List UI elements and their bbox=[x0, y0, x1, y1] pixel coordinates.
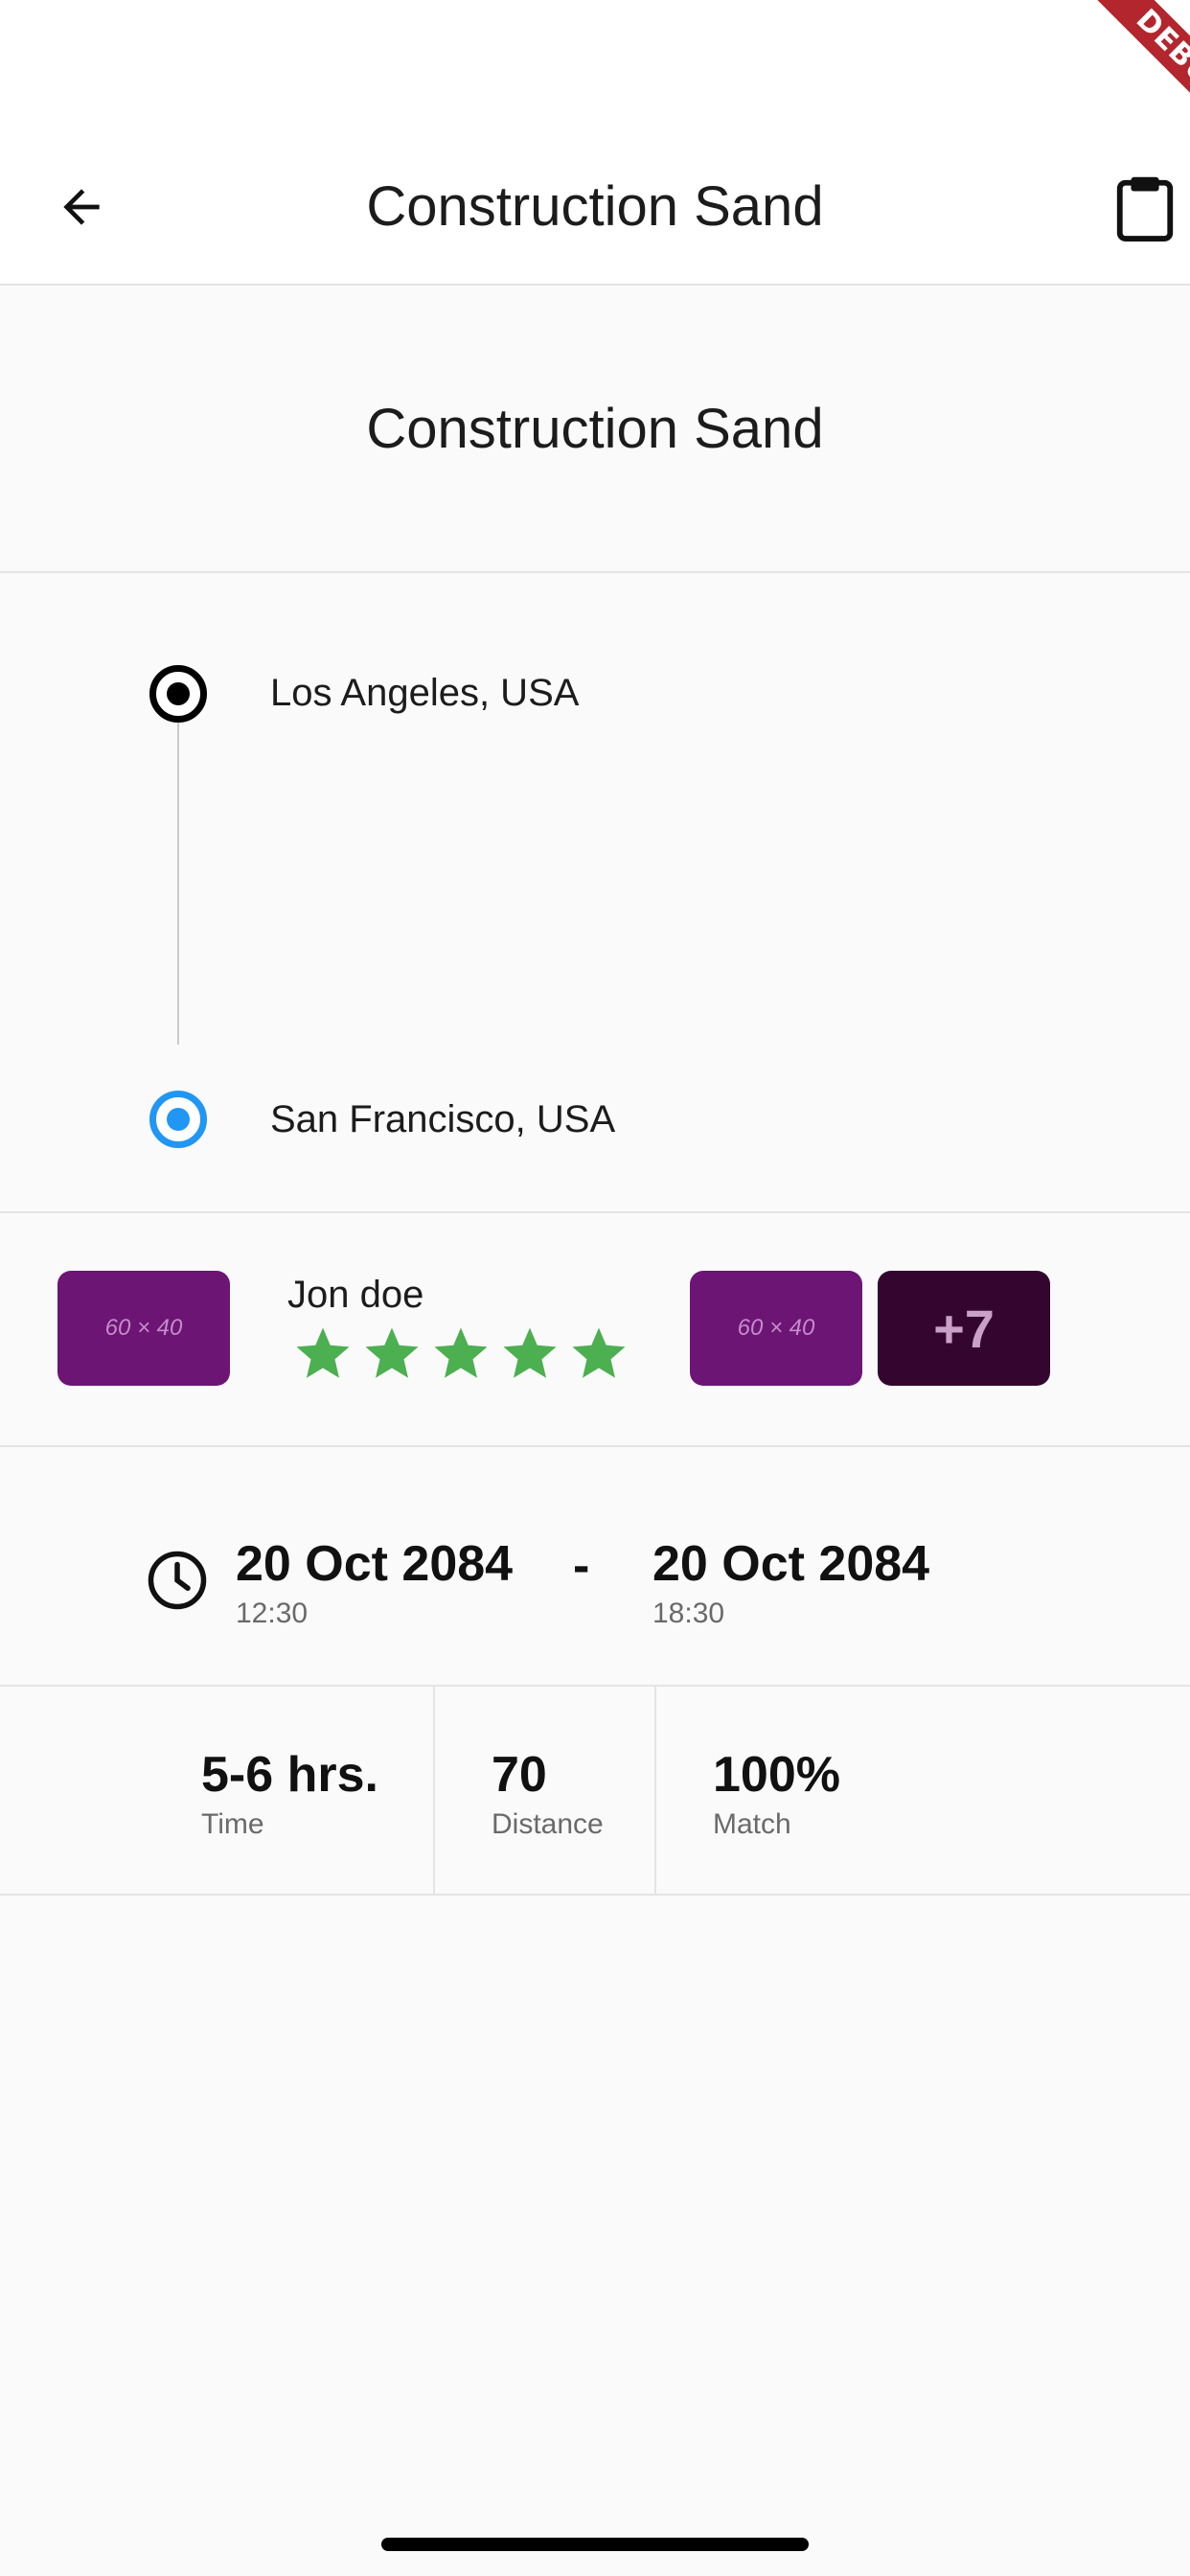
photo-thumbnail[interactable]: 60 × 40 bbox=[690, 1271, 862, 1386]
home-indicator[interactable] bbox=[381, 2538, 809, 2551]
date-separator: - bbox=[573, 1538, 590, 1594]
origin-location: Los Angeles, USA bbox=[270, 672, 580, 714]
clipboard-icon bbox=[1116, 176, 1174, 242]
end-date: 20 Oct 2084 bbox=[652, 1536, 930, 1592]
destination-location: San Francisco, USA bbox=[270, 1098, 616, 1140]
star-icon bbox=[572, 1327, 626, 1378]
start-date: 20 Oct 2084 bbox=[236, 1536, 514, 1592]
star-icon bbox=[365, 1327, 419, 1378]
end-time: 18:30 bbox=[652, 1598, 725, 1629]
stat-time-label: Time bbox=[201, 1808, 264, 1840]
origin-radio-icon bbox=[149, 665, 207, 723]
driver-avatar[interactable]: 60 × 40 bbox=[57, 1271, 230, 1386]
stat-match-value: 100% bbox=[713, 1747, 840, 1803]
clipboard-button[interactable] bbox=[1111, 165, 1190, 251]
star-icon bbox=[296, 1327, 350, 1378]
rating-stars bbox=[291, 1322, 630, 1386]
stats-section: 5-6 hrs. Time 70 Distance 100% Match bbox=[0, 1687, 1190, 1896]
stat-distance-value: 70 bbox=[492, 1747, 547, 1803]
star-icon bbox=[503, 1327, 557, 1378]
stat-match-label: Match bbox=[713, 1808, 791, 1840]
destination-radio-icon bbox=[149, 1091, 207, 1148]
stat-divider bbox=[654, 1687, 656, 1894]
stat-time-value: 5-6 hrs. bbox=[201, 1747, 378, 1803]
section-title: Construction Sand bbox=[0, 286, 1190, 573]
app-bar: Construction Sand bbox=[0, 0, 1190, 286]
driver-name: Jon doe bbox=[287, 1274, 424, 1316]
start-time: 12:30 bbox=[236, 1598, 309, 1629]
stat-distance-label: Distance bbox=[492, 1808, 604, 1840]
stat-divider bbox=[433, 1687, 435, 1894]
schedule-section: 20 Oct 2084 12:30 - 20 Oct 2084 18:30 bbox=[0, 1447, 1190, 1687]
driver-section: 60 × 40 Jon doe 60 × 40 +7 bbox=[0, 1213, 1190, 1447]
route-section: Los Angeles, USA San Francisco, USA bbox=[0, 573, 1190, 1213]
route-connector-line bbox=[177, 719, 179, 1045]
page-title: Construction Sand bbox=[366, 175, 824, 238]
star-icon bbox=[434, 1327, 488, 1378]
more-photos-button[interactable]: +7 bbox=[878, 1271, 1050, 1386]
clock-icon bbox=[148, 1551, 207, 1610]
